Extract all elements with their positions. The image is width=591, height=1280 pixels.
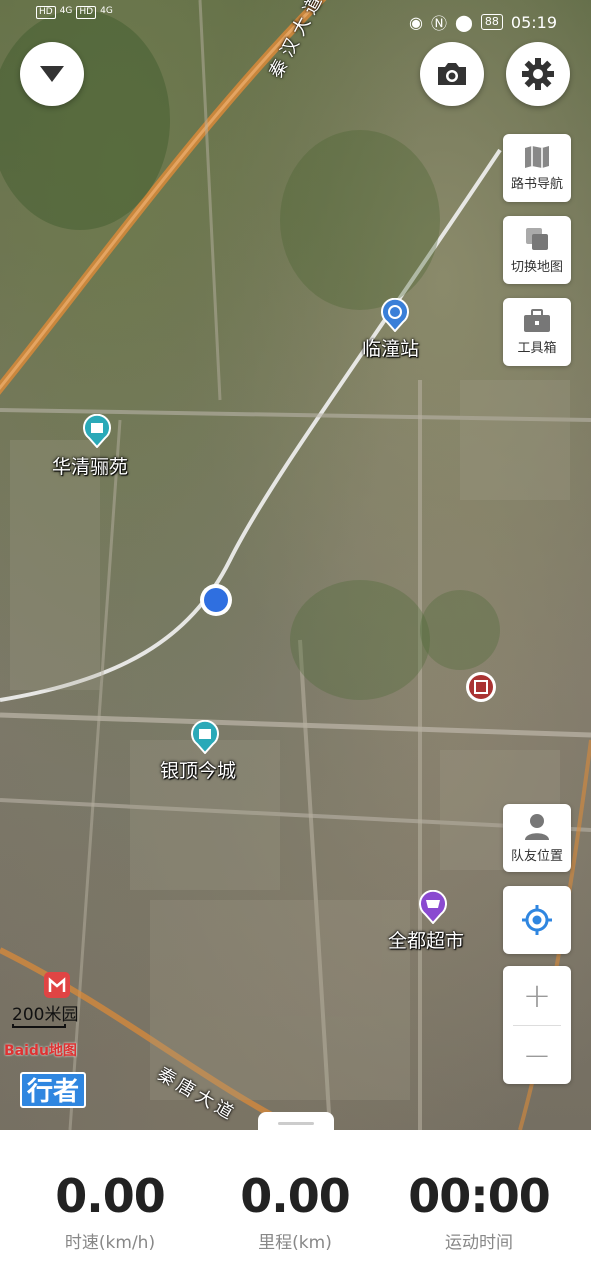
roadbook-label: 路书导航 <box>510 176 563 192</box>
crosshair-icon <box>522 905 552 935</box>
camera-button[interactable] <box>420 42 484 106</box>
hd-badge: HD <box>36 6 56 19</box>
toolbox-label: 工具箱 <box>517 340 557 356</box>
distance-stat: 0.00 里程(km) <box>215 1168 375 1253</box>
scale-label: 200米 <box>12 1005 62 1025</box>
toolbox-icon <box>524 308 550 332</box>
zoom-out-button[interactable]: − <box>503 1026 571 1085</box>
handle-grip <box>278 1122 314 1125</box>
xingzhe-badge: 行者 <box>20 1072 86 1108</box>
eye-icon: ◉ <box>409 12 423 32</box>
panel-drag-handle[interactable] <box>258 1112 334 1130</box>
status-right: ◉ Ⓝ ⬤ 88 05:19 <box>409 10 557 34</box>
teammates-label: 队友位置 <box>510 848 563 864</box>
triangle-down-icon <box>40 66 64 82</box>
poi-label-supermarket: 全都超市 <box>388 930 465 952</box>
nfc-icon: Ⓝ <box>430 14 447 33</box>
scale-bar <box>12 1024 66 1028</box>
time-value: 00:00 <box>408 1169 550 1223</box>
person-icon <box>525 813 549 840</box>
post-office-icon[interactable] <box>464 670 498 704</box>
network-label-2: 4G <box>100 6 113 16</box>
battery-level: 88 <box>480 14 503 30</box>
scale-suffix: 园 <box>61 1005 79 1025</box>
hd-badge-2: HD <box>76 6 97 19</box>
signal-indicators: HD 4G HD 4G <box>36 6 113 19</box>
locate-me-button[interactable] <box>503 886 571 954</box>
metro-icon <box>44 972 70 998</box>
switch-map-label: 切换地图 <box>510 259 563 275</box>
time-label: 运动时间 <box>445 1233 513 1253</box>
residential-marker-icon-2[interactable] <box>190 720 220 754</box>
stats-panel: 0.00 时速(km/h) 0.00 里程(km) 00:00 运动时间 <box>0 1130 591 1280</box>
residential-marker-icon[interactable] <box>82 414 112 448</box>
roadbook-nav-button[interactable]: 路书导航 <box>503 134 571 202</box>
zoom-control: + − <box>503 966 571 1084</box>
speed-label: 时速(km/h) <box>64 1233 156 1253</box>
gear-icon <box>522 58 554 90</box>
poi-label-huaqing: 华清骊苑 <box>52 456 129 478</box>
switch-map-button[interactable]: 切换地图 <box>503 216 571 284</box>
distance-label: 里程(km) <box>258 1233 332 1253</box>
satellite-map[interactable]: HD 4G HD 4G ◉ Ⓝ ⬤ 88 05:19 路书导航 切换地图 工具箱… <box>0 0 591 1130</box>
teammates-location-button[interactable]: 队友位置 <box>503 804 571 872</box>
zoom-in-button[interactable]: + <box>503 966 571 1025</box>
map-scale: 200米园 <box>12 1000 79 1028</box>
time-stat: 00:00 运动时间 <box>399 1168 559 1253</box>
baidu-logo: Baidu地图 <box>4 1043 77 1059</box>
supermarket-marker-icon[interactable] <box>418 890 448 924</box>
map-book-icon <box>525 145 549 168</box>
toolbox-button[interactable]: 工具箱 <box>503 298 571 366</box>
distance-value: 0.00 <box>240 1169 351 1223</box>
speed-stat: 0.00 时速(km/h) <box>30 1168 190 1253</box>
poi-label-yinding: 银顶今城 <box>160 760 237 782</box>
collapse-button[interactable] <box>20 42 84 106</box>
current-location-dot-icon <box>200 584 232 616</box>
settings-button[interactable] <box>506 42 570 106</box>
poi-label-station: 临潼站 <box>362 338 420 360</box>
network-label: 4G <box>59 6 73 16</box>
train-station-marker-icon[interactable] <box>380 298 410 332</box>
clock: 05:19 <box>510 12 557 32</box>
location-icon: ⬤ <box>454 12 473 32</box>
layers-icon <box>526 227 548 250</box>
speed-value: 0.00 <box>55 1169 166 1223</box>
camera-icon <box>438 63 466 85</box>
